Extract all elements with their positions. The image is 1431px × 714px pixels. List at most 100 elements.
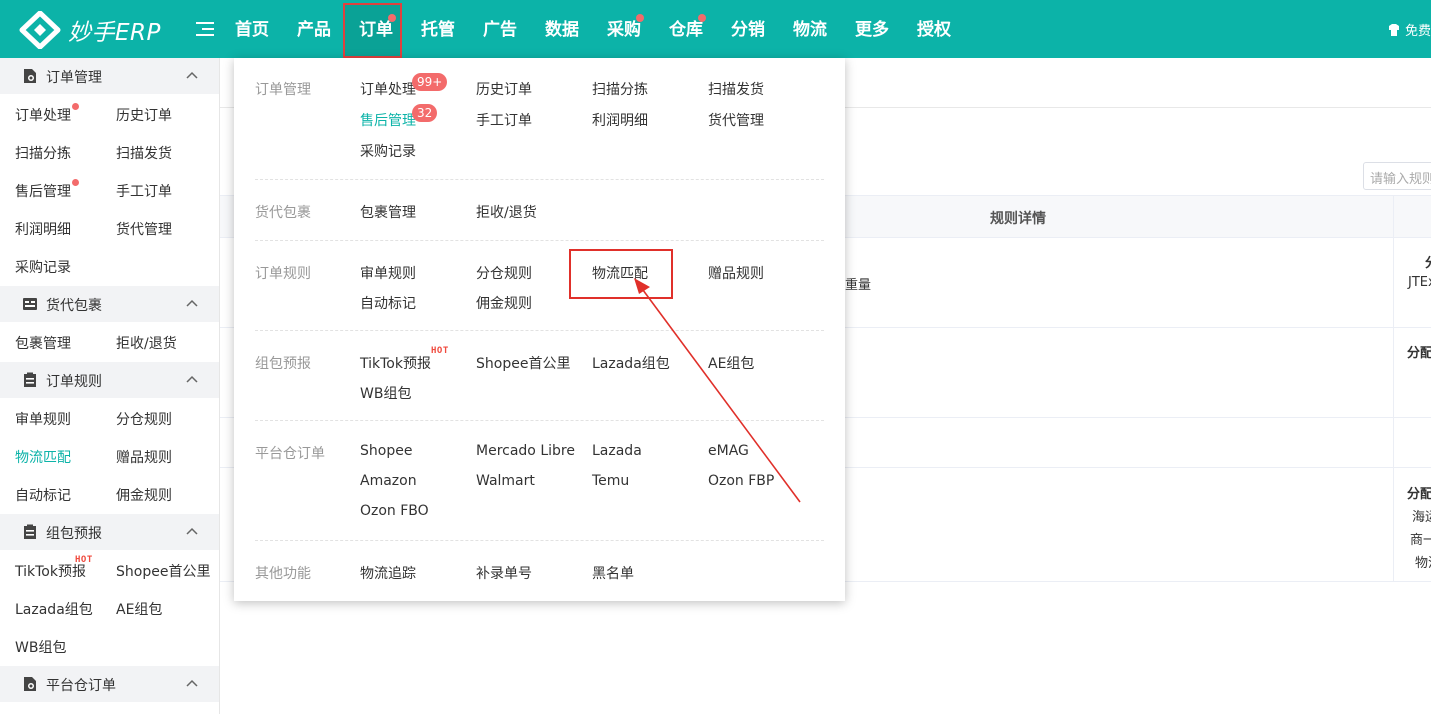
sidebar-item-wb-package[interactable]: WB组包: [15, 637, 66, 657]
sidebar-item-shopee-first-mile[interactable]: Shopee首公里: [116, 561, 210, 581]
free-link[interactable]: 免费: [1387, 20, 1431, 39]
menu-link-emag[interactable]: eMAG: [708, 443, 749, 459]
sidebar-item-forwarder-management[interactable]: 货代管理: [116, 219, 172, 239]
brand-name: 妙手ERP: [68, 20, 161, 46]
chevron-up-icon: [186, 527, 198, 535]
sidebar-item-ae-package[interactable]: AE组包: [116, 599, 162, 619]
sidebar-item-package-management[interactable]: 包裹管理: [15, 333, 71, 353]
menu-link-package-management[interactable]: 包裹管理: [360, 202, 416, 222]
menu-category-forwarder-packages: 货代包裹: [255, 205, 311, 221]
sidebar-section-order-management[interactable]: 订单管理: [0, 58, 219, 94]
nav-data[interactable]: 数据: [544, 3, 580, 57]
menu-link-commission-rules[interactable]: 佣金规则: [476, 293, 532, 313]
menu-link-wb-package[interactable]: WB组包: [360, 383, 411, 403]
menu-link-purchase-records[interactable]: 采购记录: [360, 141, 416, 161]
menu-toggle-icon[interactable]: [196, 22, 214, 36]
menu-link-ozon-fbo[interactable]: Ozon FBO: [360, 503, 429, 519]
menu-link-amazon[interactable]: Amazon: [360, 473, 417, 489]
menu-link-shopee[interactable]: Shopee: [360, 443, 412, 459]
menu-category-platform-warehouse-orders: 平台仓订单: [255, 446, 325, 462]
sidebar-section-title: 货代包裹: [46, 298, 102, 314]
nav-orders[interactable]: 订单: [358, 3, 394, 57]
sidebar-item-rejection-return[interactable]: 拒收/退货: [116, 333, 177, 353]
sidebar-item-warehouse-rules[interactable]: 分仓规则: [116, 409, 172, 429]
sidebar-item-logistics-matching[interactable]: 物流匹配: [15, 447, 71, 467]
menu-link-scan-ship[interactable]: 扫描发货: [708, 79, 764, 99]
menu-link-ozon-fbp[interactable]: Ozon FBP: [708, 473, 774, 489]
order-count-badge: 99+: [412, 73, 448, 91]
menu-link-supplement-tracking-number[interactable]: 补录单号: [476, 563, 532, 583]
sidebar-section-package-forecast[interactable]: 组包预报: [0, 514, 219, 550]
nav-home-label: 首页: [235, 20, 269, 40]
menu-link-temu[interactable]: Temu: [592, 473, 629, 489]
menu-link-scan-sort[interactable]: 扫描分拣: [592, 79, 648, 99]
nav-distribution[interactable]: 分销: [730, 3, 766, 57]
menu-link-ae-package[interactable]: AE组包: [708, 353, 754, 373]
menu-link-review-rules[interactable]: 审单规则: [360, 263, 416, 283]
sidebar-item-scan-sort[interactable]: 扫描分拣: [15, 143, 71, 163]
sidebar-section-forwarder-packages[interactable]: 货代包裹: [0, 286, 219, 322]
menu-link-order-history[interactable]: 历史订单: [476, 79, 532, 99]
nav-warehouse[interactable]: 仓库: [668, 3, 704, 57]
app-window: 妙手ERP 首页 产品 订单 托管 广告 数据 采购 仓库 分销 物流 更多 授…: [0, 0, 1431, 714]
notification-dot: [72, 103, 79, 110]
nav-more[interactable]: 更多: [854, 3, 890, 57]
menu-category-package-forecast: 组包预报: [255, 356, 311, 372]
sidebar-item-gift-rules[interactable]: 赠品规则: [116, 447, 172, 467]
sidebar-section-order-rules[interactable]: 订单规则: [0, 362, 219, 398]
menu-link-logistics-tracking[interactable]: 物流追踪: [360, 563, 416, 583]
menu-link-mercado-libre[interactable]: Mercado Libre: [476, 443, 575, 459]
nav-hosting-label: 托管: [421, 20, 455, 40]
sidebar-section-platform-warehouse-orders[interactable]: 平台仓订单: [0, 666, 219, 702]
menu-link-forwarder-management[interactable]: 货代管理: [708, 110, 764, 130]
menu-link-lazada-package[interactable]: Lazada组包: [592, 353, 670, 373]
menu-link-walmart[interactable]: Walmart: [476, 473, 535, 489]
menu-link-blacklist[interactable]: 黑名单: [592, 563, 634, 583]
menu-link-warehouse-rules[interactable]: 分仓规则: [476, 263, 532, 283]
menu-link-gift-rules[interactable]: 赠品规则: [708, 263, 764, 283]
nav-hosting[interactable]: 托管: [420, 3, 456, 57]
sidebar-item-review-rules[interactable]: 审单规则: [15, 409, 71, 429]
sidebar-item-scan-ship[interactable]: 扫描发货: [116, 143, 172, 163]
nav-distribution-label: 分销: [731, 20, 765, 40]
rule-search-input[interactable]: 请输入规则: [1363, 162, 1431, 190]
table-cell: 分配: [1407, 487, 1431, 502]
menu-category-other-functions: 其他功能: [255, 566, 311, 582]
sidebar-item-lazada-package[interactable]: Lazada组包: [15, 599, 93, 619]
sidebar-item-manual-order[interactable]: 手工订单: [116, 181, 172, 201]
nav-purchase[interactable]: 采购: [606, 3, 642, 57]
logo[interactable]: 妙手ERP: [18, 11, 161, 49]
clipboard-icon: [24, 372, 36, 387]
menu-link-after-sales[interactable]: 售后管理: [360, 110, 416, 130]
menu-link-tiktok-forecast[interactable]: TikTok预报: [360, 353, 431, 373]
menu-separator: [255, 240, 824, 241]
nav-logistics[interactable]: 物流: [792, 3, 828, 57]
sidebar-item-order-processing[interactable]: 订单处理: [15, 105, 71, 125]
sidebar-section-title: 订单规则: [46, 374, 102, 390]
menu-link-profit-detail[interactable]: 利润明细: [592, 110, 648, 130]
menu-link-auto-tag[interactable]: 自动标记: [360, 293, 416, 313]
nav-authorize[interactable]: 授权: [916, 3, 952, 57]
sidebar-item-auto-tag[interactable]: 自动标记: [15, 485, 71, 505]
menu-category-order-management: 订单管理: [255, 82, 311, 98]
nav-products[interactable]: 产品: [296, 3, 332, 57]
nav-home[interactable]: 首页: [234, 3, 270, 57]
menu-link-order-processing[interactable]: 订单处理: [360, 79, 416, 99]
sidebar-item-purchase-records[interactable]: 采购记录: [15, 257, 71, 277]
nav-ads[interactable]: 广告: [482, 3, 518, 57]
sidebar-item-order-history[interactable]: 历史订单: [116, 105, 172, 125]
menu-link-shopee-first-mile[interactable]: Shopee首公里: [476, 353, 570, 373]
after-sales-count-badge: 32: [412, 104, 438, 122]
menu-separator: [255, 330, 824, 331]
nav-warehouse-dot: [698, 14, 706, 22]
sidebar-item-after-sales[interactable]: 售后管理: [15, 181, 71, 201]
menu-link-rejection-return[interactable]: 拒收/退货: [476, 202, 537, 222]
nav-orders-dot: [388, 14, 396, 22]
table-cell: 分配: [1407, 346, 1431, 361]
sidebar-item-profit-detail[interactable]: 利润明细: [15, 219, 71, 239]
sidebar-item-commission-rules[interactable]: 佣金规则: [116, 485, 172, 505]
menu-link-manual-order[interactable]: 手工订单: [476, 110, 532, 130]
menu-link-lazada[interactable]: Lazada: [592, 443, 642, 459]
menu-separator: [255, 540, 824, 541]
chevron-up-icon: [186, 71, 198, 79]
